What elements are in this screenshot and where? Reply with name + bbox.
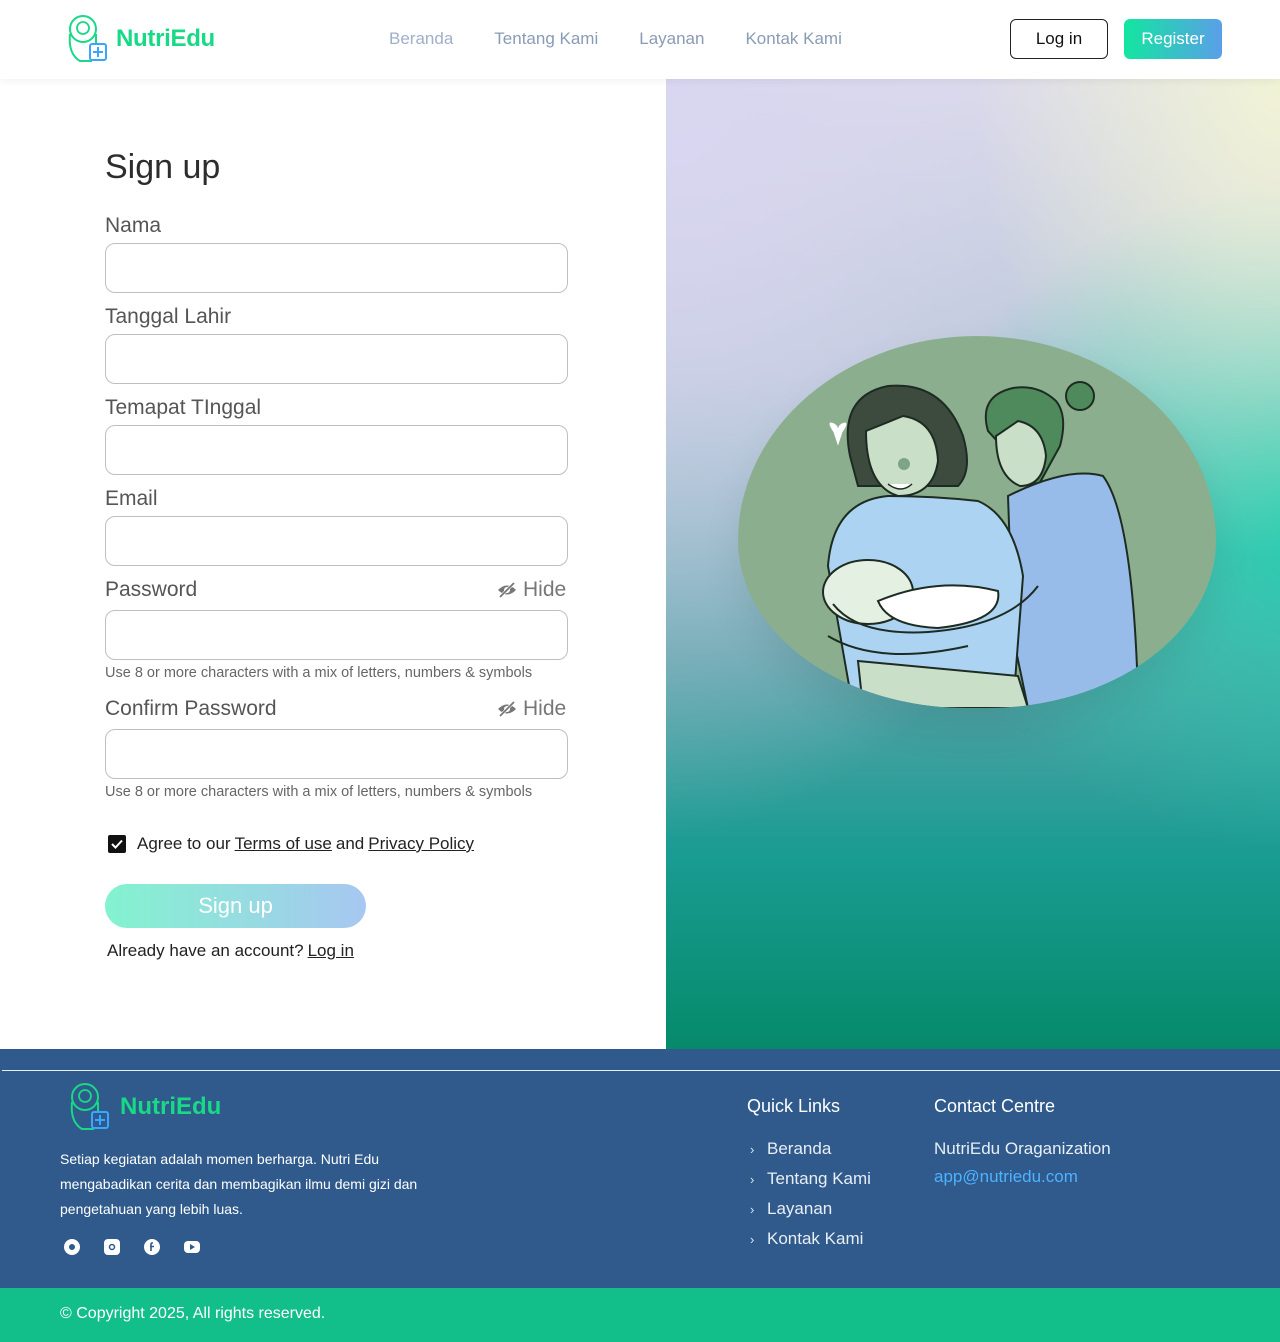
footer-divider xyxy=(2,1070,1280,1071)
register-button[interactable]: Register xyxy=(1124,19,1222,59)
confirm-password-input[interactable] xyxy=(105,729,568,779)
confirm-password-hint: Use 8 or more characters with a mix of l… xyxy=(105,784,533,800)
instagram-icon[interactable] xyxy=(104,1239,120,1255)
footer-brand-logo[interactable]: NutriEdu xyxy=(68,1082,221,1132)
whatsapp-icon[interactable] xyxy=(64,1239,80,1255)
terms-agreement: Agree to our Terms of use and Privacy Po… xyxy=(108,834,474,854)
confirm-toggle-label: Hide xyxy=(523,697,567,720)
privacy-link[interactable]: Privacy Policy xyxy=(368,834,474,854)
copyright-text: © Copyright 2025, All rights reserved. xyxy=(60,1305,326,1322)
contact-organization: NutriEdu Oraganization xyxy=(934,1139,1111,1158)
footer-brand-name: NutriEdu xyxy=(120,1093,222,1120)
hero-illustration-panel xyxy=(666,79,1280,1049)
brand-name: NutriEdu xyxy=(116,25,215,52)
password-hint: Use 8 or more characters with a mix of l… xyxy=(105,665,533,681)
chevron-right-icon: › xyxy=(750,1141,755,1157)
nav-tentang-kami[interactable]: Tentang Kami xyxy=(494,29,598,49)
site-footer: NutriEdu Setiap kegiatan adalah momen be… xyxy=(0,1049,1280,1288)
confirm-password-label: Confirm Password xyxy=(105,697,277,720)
agree-prefix: Agree to our xyxy=(137,834,231,853)
page-title: Sign up xyxy=(105,148,221,186)
copyright-bar: © Copyright 2025, All rights reserved. xyxy=(0,1288,1280,1342)
footer-link-tentang-kami[interactable]: › Tentang Kami xyxy=(750,1169,871,1189)
baby-plus-logo-icon xyxy=(70,1083,109,1130)
confirm-password-visibility-toggle[interactable]: Hide xyxy=(497,697,566,721)
login-button[interactable]: Log in xyxy=(1010,19,1108,59)
mother-baby-illustration xyxy=(738,336,1216,708)
password-input[interactable] xyxy=(105,610,568,660)
family-illustration-icon xyxy=(822,381,1140,708)
eye-off-icon xyxy=(498,700,516,718)
footer-link-beranda[interactable]: › Beranda xyxy=(750,1139,831,1159)
chevron-right-icon: › xyxy=(750,1231,755,1247)
nav-beranda[interactable]: Beranda xyxy=(389,29,453,49)
email-input[interactable] xyxy=(105,516,568,566)
already-label: Already have an account? xyxy=(107,941,304,960)
brand-logo[interactable]: NutriEdu xyxy=(66,14,215,64)
footer-link-kontak-kami[interactable]: › Kontak Kami xyxy=(750,1229,863,1249)
nama-input[interactable] xyxy=(105,243,568,293)
top-navbar: NutriEdu Beranda Tentang Kami Layanan Ko… xyxy=(0,0,1280,79)
agree-and: and xyxy=(335,834,365,853)
password-visibility-toggle[interactable]: Hide xyxy=(497,578,566,602)
password-label: Password xyxy=(105,578,198,601)
footer-description: Setiap kegiatan adalah momen berharga. N… xyxy=(60,1151,418,1217)
quick-links-title: Quick Links xyxy=(747,1096,841,1116)
nav-kontak-kami[interactable]: Kontak Kami xyxy=(745,29,841,49)
signup-submit-button[interactable]: Sign up xyxy=(105,884,366,928)
password-toggle-label: Hide xyxy=(523,578,567,601)
check-icon xyxy=(111,839,123,849)
tempat-tinggal-input[interactable] xyxy=(105,425,568,475)
tanggal-lahir-label: Tanggal Lahir xyxy=(105,305,232,328)
agree-checkbox[interactable] xyxy=(108,835,126,853)
email-label: Email xyxy=(105,487,158,510)
signup-form: Sign up Nama Tanggal Lahir Temapat TIngg… xyxy=(0,79,666,1049)
terms-link[interactable]: Terms of use xyxy=(235,834,332,854)
chevron-right-icon: › xyxy=(750,1201,755,1217)
contact-email-link[interactable]: app@nutriedu.com xyxy=(934,1167,1078,1187)
tempat-tinggal-label: Temapat TInggal xyxy=(105,396,262,419)
already-account-text: Already have an account? Log in xyxy=(107,941,354,961)
facebook-icon[interactable] xyxy=(144,1239,160,1255)
contact-centre-title: Contact Centre xyxy=(934,1096,1056,1116)
login-link[interactable]: Log in xyxy=(308,941,354,960)
footer-link-layanan[interactable]: › Layanan xyxy=(750,1199,832,1219)
chevron-right-icon: › xyxy=(750,1171,755,1187)
nama-label: Nama xyxy=(105,214,162,237)
nav-layanan[interactable]: Layanan xyxy=(639,29,704,49)
baby-plus-logo-icon xyxy=(68,15,107,62)
youtube-icon[interactable] xyxy=(184,1241,200,1253)
tanggal-lahir-input[interactable] xyxy=(105,334,568,384)
eye-off-icon xyxy=(498,581,516,599)
main-nav: Beranda Tentang Kami Layanan Kontak Kami xyxy=(389,29,883,49)
